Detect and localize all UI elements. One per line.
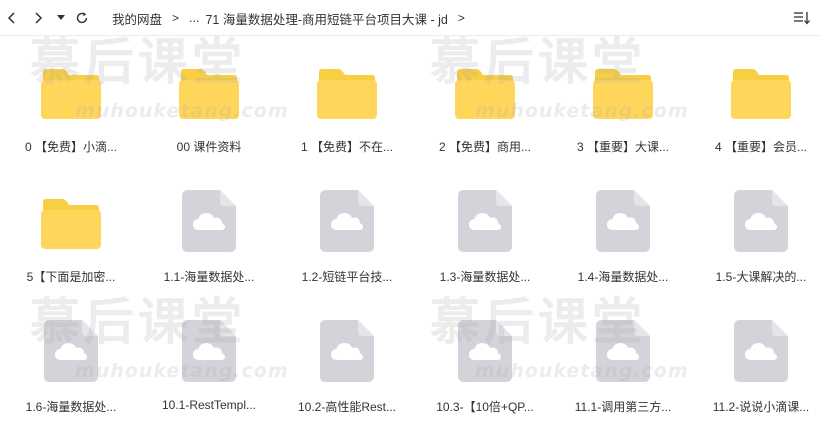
folder-icon (455, 69, 515, 119)
cloud-file-icon (458, 320, 512, 382)
refresh-icon (76, 12, 88, 24)
item-thumbnail (2, 36, 140, 126)
item-name: 1.1-海量数据处... (163, 270, 255, 284)
item-name: 2 【免费】商用... (438, 140, 531, 154)
item-name: 10.1-RestTempl... (161, 398, 257, 412)
item-thumbnail (554, 36, 692, 126)
folder-icon (41, 69, 101, 119)
folder-icon (731, 69, 791, 119)
item-thumbnail (278, 166, 416, 256)
file-item[interactable]: 1.3-海量数据处... (416, 166, 554, 296)
item-thumbnail (416, 166, 554, 256)
folder-item[interactable]: 1 【免费】不在... (278, 36, 416, 166)
folder-item[interactable]: 3 【重要】大课... (554, 36, 692, 166)
folder-icon (593, 69, 653, 119)
cloud-file-icon (182, 190, 236, 252)
folder-item[interactable]: 4 【重要】会员... (692, 36, 820, 166)
sort-button[interactable] (792, 8, 812, 28)
folder-icon (41, 199, 101, 249)
file-item[interactable]: 10.1-RestTempl... (140, 296, 278, 424)
item-thumbnail (278, 36, 416, 126)
breadcrumb-ellipsis[interactable]: ... (189, 11, 199, 25)
file-item[interactable]: 10.2-高性能Rest... (278, 296, 416, 424)
cloud-file-icon (458, 190, 512, 252)
item-name: 00 课件资料 (176, 140, 242, 154)
file-grid: 0 【免费】小滴... 00 课件资料 1 【免费】不在... 2 【免费】商用...… (0, 36, 820, 424)
folder-icon (179, 69, 239, 119)
item-name: 1.6-海量数据处... (25, 400, 117, 414)
file-item[interactable]: 10.3-【10倍+QP... (416, 296, 554, 424)
item-name: 3 【重要】大课... (576, 140, 669, 154)
item-thumbnail (554, 166, 692, 256)
item-name: 1.4-海量数据处... (577, 270, 669, 284)
item-thumbnail (692, 36, 820, 126)
breadcrumb-separator: > (457, 11, 465, 25)
file-item[interactable]: 1.2-短链平台技... (278, 166, 416, 296)
item-name: 11.2-说说小滴课... (712, 400, 810, 414)
cloud-file-icon (320, 190, 374, 252)
cloud-file-icon (182, 320, 236, 382)
file-item[interactable]: 1.1-海量数据处... (140, 166, 278, 296)
item-thumbnail (692, 166, 820, 256)
item-name: 1.2-短链平台技... (301, 270, 393, 284)
item-name: 1 【免费】不在... (300, 140, 393, 154)
item-thumbnail (140, 296, 278, 386)
folder-item[interactable]: 0 【免费】小滴... (2, 36, 140, 166)
caret-down-icon (57, 15, 65, 20)
item-name: 1.5-大课解决的... (715, 270, 807, 284)
file-item[interactable]: 11.1-调用第三方... (554, 296, 692, 424)
item-name: 10.2-高性能Rest... (297, 400, 397, 414)
refresh-button[interactable] (74, 8, 90, 28)
breadcrumb-separator: > (172, 11, 180, 25)
item-name: 11.1-调用第三方... (574, 400, 672, 414)
folder-item[interactable]: 5【下面是加密... (2, 166, 140, 296)
folder-item[interactable]: 2 【免费】商用... (416, 36, 554, 166)
item-name: 1.3-海量数据处... (439, 270, 531, 284)
file-item[interactable]: 11.2-说说小滴课... (692, 296, 820, 424)
item-name: 0 【免费】小滴... (24, 140, 117, 154)
file-item[interactable]: 1.4-海量数据处... (554, 166, 692, 296)
sort-icon (794, 12, 810, 25)
file-item[interactable]: 1.6-海量数据处... (2, 296, 140, 424)
item-thumbnail (278, 296, 416, 386)
breadcrumb-root[interactable]: 我的网盘 (112, 9, 162, 28)
cloud-file-icon (596, 320, 650, 382)
folder-icon (317, 69, 377, 119)
chevron-right-icon (35, 12, 43, 24)
item-thumbnail (692, 296, 820, 386)
cloud-file-icon (734, 190, 788, 252)
history-dropdown-button[interactable] (55, 8, 67, 28)
item-name: 10.3-【10倍+QP... (436, 400, 534, 414)
breadcrumb: 我的网盘 > ... 71 海量数据处理-商用短链平台项目大课 - jd > (112, 0, 475, 36)
cloud-file-icon (734, 320, 788, 382)
chevron-left-icon (7, 12, 15, 24)
back-button[interactable] (4, 8, 20, 28)
cloud-file-icon (596, 190, 650, 252)
item-name: 5【下面是加密... (26, 270, 116, 284)
file-item[interactable]: 1.5-大课解决的... (692, 166, 820, 296)
cloud-file-icon (320, 320, 374, 382)
forward-button[interactable] (30, 8, 46, 28)
folder-item[interactable]: 00 课件资料 (140, 36, 278, 166)
item-thumbnail (140, 166, 278, 256)
item-thumbnail (2, 296, 140, 386)
item-thumbnail (416, 296, 554, 386)
toolbar: 我的网盘 > ... 71 海量数据处理-商用短链平台项目大课 - jd > (0, 0, 820, 36)
item-name: 4 【重要】会员... (714, 140, 807, 154)
cloud-file-icon (44, 320, 98, 382)
breadcrumb-current[interactable]: 71 海量数据处理-商用短链平台项目大课 - jd (205, 9, 447, 28)
item-thumbnail (140, 36, 278, 126)
item-thumbnail (2, 166, 140, 256)
item-thumbnail (416, 36, 554, 126)
item-thumbnail (554, 296, 692, 386)
